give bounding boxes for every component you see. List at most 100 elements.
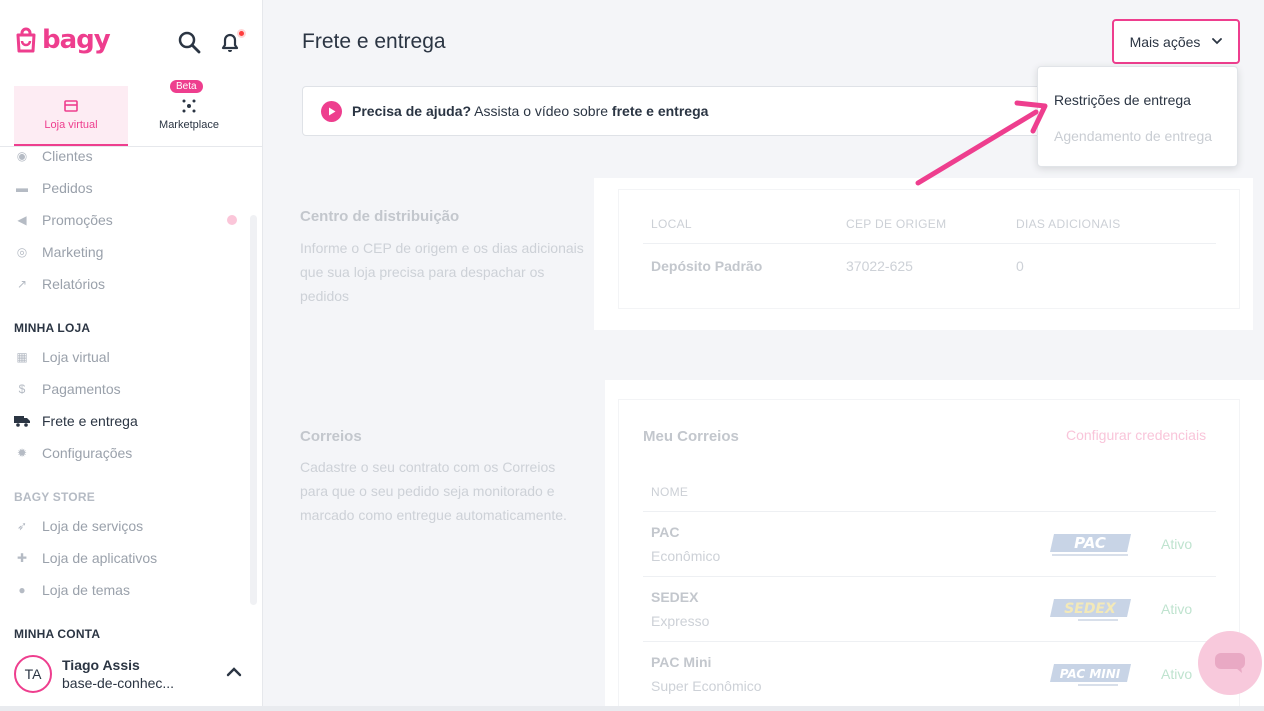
chevron-down-icon (1212, 38, 1223, 45)
logo-text: PAC MINI (1060, 667, 1121, 681)
user-name: Tiago Assis (62, 657, 140, 673)
tab-loja-virtual[interactable]: Loja virtual (14, 86, 128, 146)
user-menu[interactable]: TA Tiago Assis base-de-conhec... (14, 655, 174, 693)
correios-description: Cadastre o seu contrato com os Correios … (300, 459, 567, 523)
sidebar-scrollbar[interactable] (250, 215, 257, 605)
chat-icon (1215, 653, 1245, 673)
sidebar-item-configuracoes[interactable]: ✹ Configurações (14, 443, 132, 463)
promo-dot (227, 215, 237, 225)
sidebar-item-label: Loja de aplicativos (42, 550, 158, 566)
cell-cep: 37022-625 (846, 258, 913, 274)
tab-marketplace[interactable]: Marketplace (132, 86, 246, 146)
sidebar-item-label: Loja de temas (42, 582, 130, 598)
section-bagy-store: BAGY STORE (14, 490, 95, 504)
sidebar-item-label: Promoções (42, 212, 113, 228)
divider (643, 511, 1216, 512)
sidebar-item-frete[interactable]: Frete e entrega (14, 411, 138, 431)
sidebar-item-pagamentos[interactable]: $ Pagamentos (14, 379, 121, 399)
configure-credentials-link[interactable]: Configurar credenciais (1066, 427, 1206, 443)
pac-logo: PAC (1050, 534, 1131, 556)
help-banner[interactable]: Precisa de ajuda? Assista o vídeo sobre … (302, 86, 1042, 136)
more-actions-button[interactable]: Mais ações (1112, 19, 1240, 64)
megaphone-icon: ◀ (17, 213, 27, 227)
sidebar-item-loja-servicos[interactable]: ➶ Loja de serviços (14, 516, 143, 536)
truck-icon (14, 414, 30, 428)
divider (643, 576, 1216, 577)
service-name: PAC Mini (651, 654, 712, 670)
menu-item-restricoes[interactable]: Restrições de entrega (1054, 92, 1191, 108)
bag-icon (16, 27, 36, 53)
sidebar-item-label: Marketing (42, 244, 104, 260)
user-circle-icon: ◉ (16, 149, 28, 163)
palette-icon: ● (18, 583, 26, 597)
pac-mini-logo: PAC MINI (1050, 664, 1131, 686)
sidebar-item-loja-virtual[interactable]: ▦ Loja virtual (14, 347, 110, 367)
puzzle-icon: ✚ (16, 551, 28, 565)
sidebar-item-label: Configurações (42, 445, 133, 461)
bagy-logo[interactable]: bagy (14, 25, 111, 55)
divider (643, 641, 1216, 642)
beta-badge: Beta (170, 80, 203, 93)
sidebar-item-relatorios[interactable]: ↗ Relatórios (14, 274, 105, 294)
avatar: TA (14, 655, 52, 693)
sidebar: bagy Loja virtual Marketplace Beta ◉ Cli… (0, 0, 263, 711)
cell-dias: 0 (1016, 258, 1024, 274)
sidebar-item-loja-aplicativos[interactable]: ✚ Loja de aplicativos (14, 548, 157, 568)
tab-label: Loja virtual (44, 119, 98, 131)
store-icon: ▦ (16, 350, 28, 364)
gear-icon: ✹ (16, 446, 28, 460)
sidebar-item-clientes[interactable]: ◉ Clientes (14, 146, 93, 166)
col-local: LOCAL (651, 217, 692, 231)
chevron-up-icon[interactable] (226, 666, 242, 678)
divider (643, 243, 1216, 244)
target-icon: ◎ (16, 245, 28, 259)
service-name: SEDEX (651, 589, 699, 605)
status-badge: Ativo (1161, 536, 1193, 552)
sidebar-item-marketing[interactable]: ◎ Marketing (14, 242, 104, 262)
more-actions-label: Mais ações (1129, 33, 1201, 50)
section-minha-loja: MINHA LOJA (14, 321, 91, 335)
service-sub: Super Econômico (651, 678, 762, 694)
tab-label: Marketplace (159, 119, 219, 131)
sidebar-item-label: Frete e entrega (42, 413, 138, 429)
correios-title: Correios (300, 428, 362, 445)
sidebar-item-promocoes[interactable]: ◀ Promoções (14, 210, 113, 230)
col-nome: NOME (651, 485, 689, 499)
help-topic: frete e entrega (611, 103, 709, 119)
more-actions-dropdown: Restrições de entrega Agendamento de ent… (1037, 66, 1238, 167)
notification-dot (237, 29, 246, 38)
distribution-inner-card (619, 190, 1239, 308)
search-icon[interactable] (177, 30, 201, 54)
network-icon (182, 99, 196, 113)
dollar-icon: $ (18, 382, 26, 396)
sidebar-item-label: Loja de serviços (42, 518, 144, 534)
chat-button[interactable] (1198, 631, 1262, 695)
page-title: Frete e entrega (302, 30, 446, 53)
help-middle: Assista o vídeo sobre (471, 103, 612, 119)
sidebar-item-label: Pedidos (42, 180, 93, 196)
sidebar-tabs: Loja virtual Marketplace (0, 86, 262, 147)
logo-text: PAC (1074, 534, 1106, 552)
help-prefix: Precisa de ajuda? (352, 103, 472, 119)
logo-text: bagy (42, 25, 111, 55)
service-name: PAC (651, 524, 680, 540)
service-sub: Expresso (651, 613, 710, 629)
inbox-icon: ▬ (16, 181, 28, 195)
col-dias: DIAS ADICIONAIS (1016, 217, 1121, 231)
menu-item-agendamento[interactable]: Agendamento de entrega (1054, 128, 1212, 144)
cell-local[interactable]: Depósito Padrão (651, 258, 762, 274)
sidebar-item-loja-temas[interactable]: ● Loja de temas (14, 580, 130, 600)
user-store: base-de-conhec... (62, 675, 175, 691)
sedex-logo: SEDEX (1050, 599, 1131, 621)
chart-icon: ↗ (16, 277, 28, 291)
logo-text: SEDEX (1064, 601, 1117, 617)
distribution-description: Informe o CEP de origem e os dias adicio… (300, 240, 584, 304)
bottom-bar (0, 706, 1264, 711)
sidebar-item-label: Relatórios (42, 276, 106, 292)
storefront-icon (64, 100, 78, 112)
distribution-title: Centro de distribuição (300, 208, 460, 225)
sidebar-item-pedidos[interactable]: ▬ Pedidos (14, 178, 93, 198)
section-minha-conta: MINHA CONTA (14, 627, 101, 641)
rocket-icon: ➶ (16, 519, 28, 533)
sidebar-item-label: Loja virtual (42, 349, 110, 365)
